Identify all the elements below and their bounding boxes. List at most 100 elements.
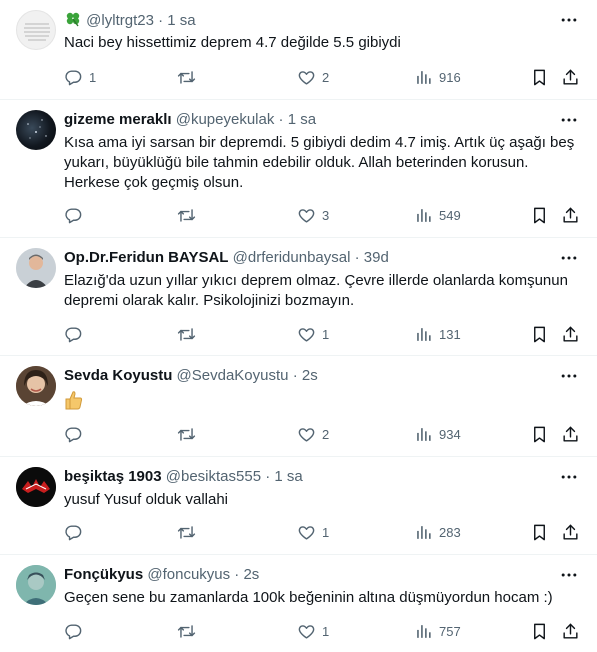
timestamp[interactable]: 1 sa: [288, 111, 316, 128]
like-icon: [297, 68, 316, 87]
bookmark-button[interactable]: [530, 619, 549, 643]
user-handle[interactable]: @foncukyus: [147, 566, 230, 583]
timestamp[interactable]: 1 sa: [274, 468, 302, 485]
views-button[interactable]: 283: [414, 520, 461, 544]
retweet-button[interactable]: [177, 422, 202, 446]
retweet-icon: [177, 622, 196, 641]
avatar-starfield-image: [27, 119, 47, 139]
bookmark-button[interactable]: [530, 322, 549, 346]
share-button[interactable]: [561, 322, 580, 346]
bookmark-button[interactable]: [530, 203, 549, 227]
reply-button[interactable]: [64, 322, 89, 346]
retweet-icon: [177, 68, 196, 87]
avatar[interactable]: [16, 10, 56, 50]
retweet-icon: [177, 325, 196, 344]
action-bar: 1 2 916: [64, 65, 585, 89]
share-button[interactable]: [561, 422, 580, 446]
retweet-button[interactable]: [177, 65, 202, 89]
share-button[interactable]: [561, 65, 580, 89]
user-handle[interactable]: @SevdaKoyustu: [177, 367, 289, 384]
views-button[interactable]: 916: [414, 65, 461, 89]
retweet-button[interactable]: [177, 322, 202, 346]
share-icon: [561, 68, 580, 87]
reply-button[interactable]: [64, 203, 89, 227]
share-icon: [561, 622, 580, 641]
bookmark-button[interactable]: [530, 520, 549, 544]
display-name[interactable]: Fonçükyus: [64, 566, 143, 583]
reply-button[interactable]: [64, 619, 89, 643]
like-count: 2: [322, 426, 330, 442]
bookmark-icon: [530, 523, 549, 542]
like-button[interactable]: 1: [297, 619, 329, 643]
reply-icon: [64, 206, 83, 225]
retweet-button[interactable]: [177, 203, 202, 227]
clover-emoji-icon: [64, 11, 82, 27]
views-icon: [414, 206, 433, 225]
views-button[interactable]: 934: [414, 422, 461, 446]
retweet-button[interactable]: [177, 520, 202, 544]
tweet[interactable]: @lyltrgt23 · 1 sa Naci bey hissettimiz d…: [0, 0, 597, 100]
like-icon: [297, 325, 316, 344]
tweet-header: Op.Dr.Feridun BAYSAL @drferidunbaysal · …: [64, 249, 549, 269]
tweet[interactable]: Sevda Koyustu @SevdaKoyustu · 2s 2 934: [0, 356, 597, 457]
avatar[interactable]: [16, 110, 56, 150]
more-options-icon[interactable]: [557, 246, 581, 270]
like-button[interactable]: 3: [297, 203, 329, 227]
reply-button[interactable]: 1: [64, 65, 96, 89]
share-button[interactable]: [561, 203, 580, 227]
reply-icon: [64, 523, 83, 542]
reply-icon: [64, 425, 83, 444]
user-handle[interactable]: @besiktas555: [166, 468, 261, 485]
avatar-person-image: [16, 565, 56, 605]
user-handle[interactable]: @kupeyekulak: [176, 111, 275, 128]
user-handle[interactable]: @lyltrgt23: [86, 12, 154, 29]
more-options-icon[interactable]: [557, 465, 581, 489]
like-button[interactable]: 2: [297, 65, 329, 89]
timestamp[interactable]: 39d: [364, 249, 389, 266]
retweet-button[interactable]: [177, 619, 202, 643]
bookmark-button[interactable]: [530, 65, 549, 89]
user-handle[interactable]: @drferidunbaysal: [233, 249, 351, 266]
more-options-icon[interactable]: [557, 8, 581, 32]
avatar[interactable]: [16, 366, 56, 406]
separator-dot: ·: [292, 367, 298, 384]
reply-button[interactable]: [64, 520, 89, 544]
avatar[interactable]: [16, 248, 56, 288]
tweet[interactable]: Fonçükyus @foncukyus · 2s Geçen sene bu …: [0, 555, 597, 652]
tweet-header: Sevda Koyustu @SevdaKoyustu · 2s: [64, 367, 549, 387]
like-button[interactable]: 2: [297, 422, 329, 446]
tweet[interactable]: gizeme meraklı @kupeyekulak · 1 sa Kısa …: [0, 100, 597, 238]
timestamp[interactable]: 1 sa: [167, 12, 195, 29]
timestamp[interactable]: 2s: [302, 367, 318, 384]
reply-icon: [64, 622, 83, 641]
action-bar: 1 283: [64, 520, 585, 544]
more-options-icon[interactable]: [557, 364, 581, 388]
avatar[interactable]: [16, 467, 56, 507]
views-button[interactable]: 757: [414, 619, 461, 643]
like-button[interactable]: 1: [297, 520, 329, 544]
more-options-icon[interactable]: [557, 563, 581, 587]
share-button[interactable]: [561, 619, 580, 643]
views-button[interactable]: 549: [414, 203, 461, 227]
display-name[interactable]: gizeme meraklı: [64, 111, 172, 128]
tweet[interactable]: beşiktaş 1903 @besiktas555 · 1 sa yusuf …: [0, 457, 597, 555]
tweet[interactable]: Op.Dr.Feridun BAYSAL @drferidunbaysal · …: [0, 238, 597, 356]
display-name[interactable]: Op.Dr.Feridun BAYSAL: [64, 249, 228, 266]
share-button[interactable]: [561, 520, 580, 544]
retweet-icon: [177, 425, 196, 444]
tweet-header: gizeme meraklı @kupeyekulak · 1 sa: [64, 111, 549, 131]
bookmark-icon: [530, 425, 549, 444]
timestamp[interactable]: 2s: [243, 566, 259, 583]
reply-button[interactable]: [64, 422, 89, 446]
display-name[interactable]: Sevda Koyustu: [64, 367, 172, 384]
action-bar: 3 549: [64, 203, 585, 227]
views-button[interactable]: 131: [414, 322, 461, 346]
bookmark-button[interactable]: [530, 422, 549, 446]
tweet-text: Kısa ama iyi sarsan bir depremdi. 5 gibi…: [64, 134, 575, 191]
more-options-icon[interactable]: [557, 108, 581, 132]
like-button[interactable]: 1: [297, 322, 329, 346]
avatar[interactable]: [16, 565, 56, 605]
display-name[interactable]: beşiktaş 1903: [64, 468, 162, 485]
like-count: 3: [322, 207, 330, 223]
bookmark-icon: [530, 68, 549, 87]
